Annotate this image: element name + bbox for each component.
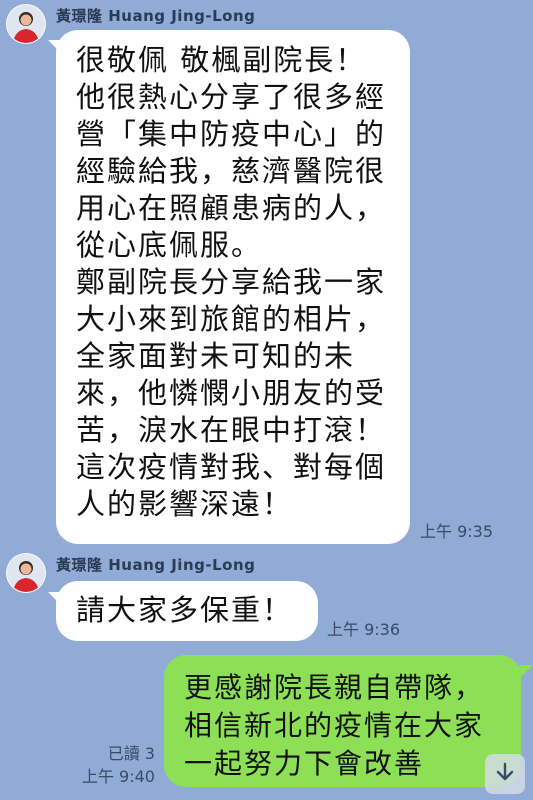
- chat-area[interactable]: 黃璟隆 Huang Jing-Long 很敬佩 敬楓副院長！ 他很熱心分享了很多…: [0, 0, 533, 800]
- message-time: 上午 9:40: [81, 767, 155, 786]
- scroll-down-button[interactable]: [485, 754, 525, 794]
- message-bubble[interactable]: 請大家多保重！: [56, 581, 318, 641]
- avatar[interactable]: [6, 553, 46, 593]
- sender-name: 黃璟隆 Huang Jing-Long: [56, 556, 256, 574]
- message-bubble[interactable]: 更感謝院長親自帶隊， 相信新北的疫情在大家 一起努力下會改善: [164, 655, 521, 787]
- bubble-tail: [519, 665, 533, 679]
- read-receipt: 已讀 3: [107, 744, 155, 763]
- avatar[interactable]: [6, 4, 46, 44]
- message-time: 上午 9:36: [327, 620, 401, 639]
- arrow-down-icon: [494, 761, 516, 787]
- message-bubble[interactable]: 很敬佩 敬楓副院長！ 他很熱心分享了很多經 營「集中防疫中心」的 經驗給我，慈濟…: [56, 30, 410, 544]
- message-time: 上午 9:35: [420, 522, 494, 541]
- sender-name: 黃璟隆 Huang Jing-Long: [56, 7, 256, 25]
